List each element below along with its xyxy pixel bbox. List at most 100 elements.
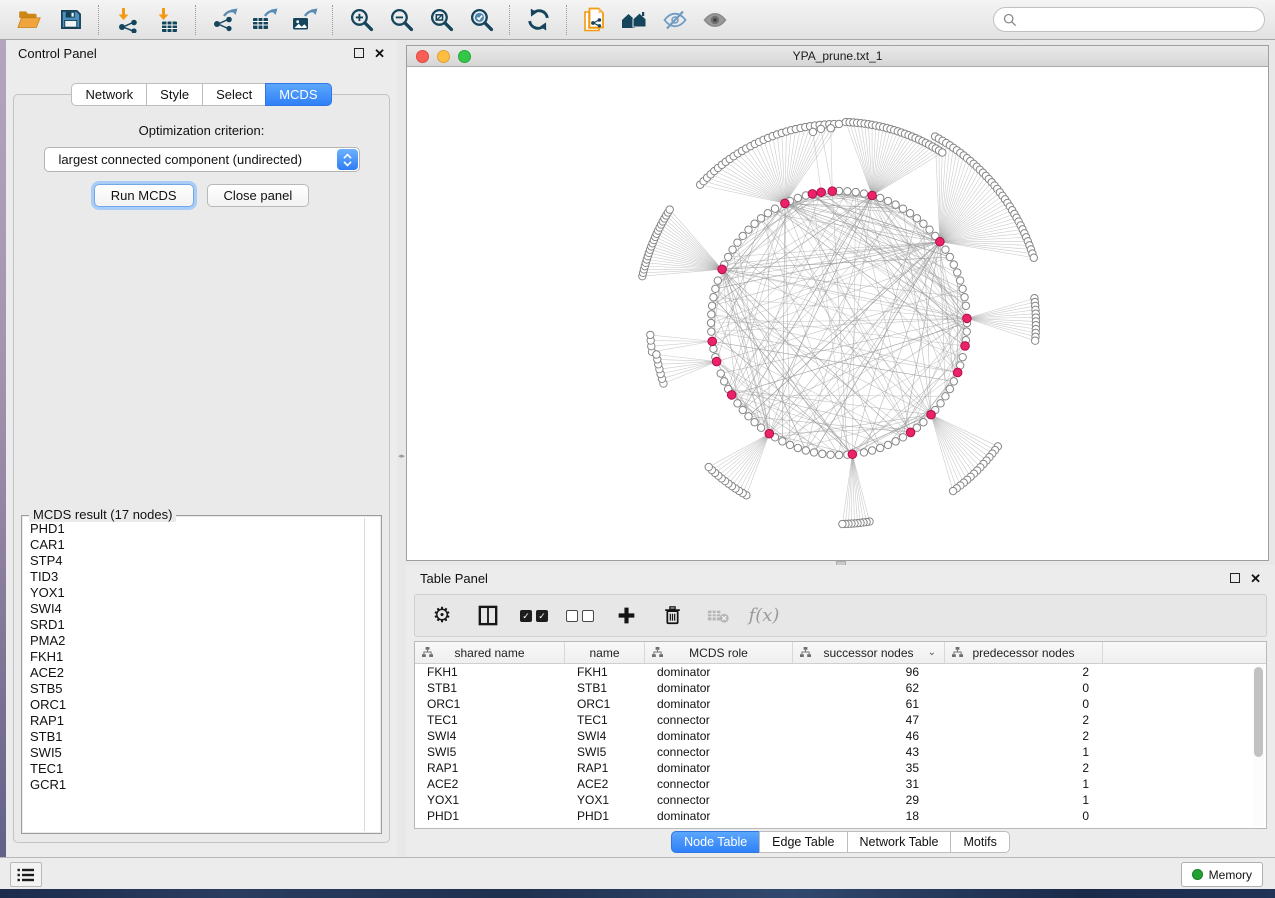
- ring-node[interactable]: [844, 188, 851, 195]
- ring-node[interactable]: [920, 220, 927, 227]
- satellite-node[interactable]: [666, 206, 673, 213]
- mcds-hub-node[interactable]: [808, 190, 817, 199]
- close-mcds-panel-button[interactable]: Close panel: [207, 184, 310, 207]
- ring-node[interactable]: [868, 447, 875, 454]
- table-row[interactable]: PHD1PHD1dominator180: [415, 808, 1252, 824]
- ring-node[interactable]: [835, 451, 842, 458]
- ring-node[interactable]: [751, 419, 758, 426]
- ring-node[interactable]: [959, 353, 966, 360]
- zoom-selected-button[interactable]: [461, 3, 501, 37]
- ring-node[interactable]: [860, 449, 867, 456]
- ring-node[interactable]: [708, 302, 715, 309]
- ring-node[interactable]: [794, 194, 801, 201]
- ring-node[interactable]: [810, 449, 817, 456]
- ring-node[interactable]: [739, 406, 746, 413]
- mcds-hub-node[interactable]: [963, 314, 972, 323]
- ring-node[interactable]: [745, 226, 752, 233]
- ring-node[interactable]: [926, 226, 933, 233]
- mcds-hub-node[interactable]: [727, 391, 736, 400]
- table-row[interactable]: FKH1FKH1dominator962: [415, 664, 1252, 680]
- memory-button[interactable]: Memory: [1181, 862, 1263, 887]
- delete-column-button[interactable]: [659, 603, 685, 629]
- mcds-hub-node[interactable]: [961, 342, 970, 351]
- mcds-hub-node[interactable]: [868, 191, 877, 200]
- ring-node[interactable]: [794, 444, 801, 451]
- result-node-item[interactable]: YOX1: [30, 585, 380, 601]
- tab-node-table[interactable]: Node Table: [671, 831, 760, 853]
- import-network-button[interactable]: [107, 3, 147, 37]
- ring-node[interactable]: [757, 424, 764, 431]
- zoom-fit-button[interactable]: [421, 3, 461, 37]
- ring-node[interactable]: [802, 447, 809, 454]
- result-node-item[interactable]: TID3: [30, 569, 380, 585]
- satellite-node[interactable]: [949, 487, 956, 494]
- ring-node[interactable]: [734, 400, 741, 407]
- result-node-item[interactable]: PMA2: [30, 633, 380, 649]
- ring-node[interactable]: [779, 438, 786, 445]
- result-node-item[interactable]: FKH1: [30, 649, 380, 665]
- vertical-splitter[interactable]: ◂▸: [397, 40, 406, 857]
- table-row[interactable]: STB1STB1dominator620: [415, 680, 1252, 696]
- tab-select[interactable]: Select: [202, 83, 266, 106]
- result-node-item[interactable]: ACE2: [30, 665, 380, 681]
- mcds-hub-node[interactable]: [828, 187, 837, 196]
- column-chooser-button[interactable]: [475, 603, 501, 629]
- ring-node[interactable]: [954, 269, 961, 276]
- optimization-criterion-select[interactable]: largest connected component (undirected): [44, 147, 360, 172]
- ring-node[interactable]: [708, 311, 715, 318]
- mcds-hub-node[interactable]: [936, 237, 945, 246]
- ring-node[interactable]: [707, 319, 714, 326]
- mcds-hub-node[interactable]: [848, 450, 857, 459]
- splitter-handle-icon[interactable]: ◂▸: [398, 452, 405, 461]
- ring-node[interactable]: [819, 450, 826, 457]
- close-table-panel-icon[interactable]: ✕: [1250, 572, 1261, 585]
- share-document-button[interactable]: [575, 3, 615, 37]
- ring-node[interactable]: [729, 246, 736, 253]
- tab-motifs[interactable]: Motifs: [950, 831, 1009, 853]
- result-node-item[interactable]: STB1: [30, 729, 380, 745]
- mcds-hub-node[interactable]: [781, 199, 790, 208]
- ring-node[interactable]: [745, 413, 752, 420]
- mcds-hub-node[interactable]: [765, 429, 774, 438]
- ring-node[interactable]: [827, 451, 834, 458]
- float-panel-icon[interactable]: [354, 48, 364, 58]
- ring-node[interactable]: [786, 441, 793, 448]
- ring-node[interactable]: [906, 210, 913, 217]
- ring-node[interactable]: [946, 253, 953, 260]
- select-all-button[interactable]: ✓✓: [521, 603, 547, 629]
- ring-node[interactable]: [899, 205, 906, 212]
- ring-node[interactable]: [771, 205, 778, 212]
- open-file-button[interactable]: [10, 3, 50, 37]
- table-scrollbar[interactable]: [1253, 665, 1264, 826]
- import-table-button[interactable]: [147, 3, 187, 37]
- satellite-node[interactable]: [647, 331, 654, 338]
- table-row[interactable]: SWI4SWI4dominator462: [415, 728, 1252, 744]
- result-node-item[interactable]: SWI5: [30, 745, 380, 761]
- export-network-button[interactable]: [204, 3, 244, 37]
- refresh-button[interactable]: [518, 3, 558, 37]
- ring-node[interactable]: [721, 378, 728, 385]
- result-node-item[interactable]: GCR1: [30, 777, 380, 793]
- network-window-titlebar[interactable]: YPA_prune.txt_1: [407, 46, 1268, 67]
- float-table-panel-icon[interactable]: [1230, 573, 1240, 583]
- result-node-item[interactable]: ORC1: [30, 697, 380, 713]
- result-node-item[interactable]: CAR1: [30, 537, 380, 553]
- ring-node[interactable]: [717, 370, 724, 377]
- ring-node[interactable]: [724, 253, 731, 260]
- ring-node[interactable]: [876, 444, 883, 451]
- hide-selected-button[interactable]: [655, 3, 695, 37]
- ring-node[interactable]: [950, 378, 957, 385]
- satellite-node[interactable]: [1030, 254, 1037, 261]
- column-header-shared-name[interactable]: shared name: [415, 642, 565, 663]
- satellite-node[interactable]: [839, 520, 846, 527]
- mcds-hub-node[interactable]: [817, 188, 826, 197]
- result-node-item[interactable]: RAP1: [30, 713, 380, 729]
- ring-node[interactable]: [764, 210, 771, 217]
- network-overview-button[interactable]: [615, 3, 655, 37]
- ring-node[interactable]: [714, 277, 721, 284]
- ring-node[interactable]: [751, 220, 758, 227]
- ring-node[interactable]: [961, 294, 968, 301]
- ring-node[interactable]: [860, 190, 867, 197]
- network-canvas[interactable]: [407, 67, 1268, 560]
- show-all-button[interactable]: [695, 3, 735, 37]
